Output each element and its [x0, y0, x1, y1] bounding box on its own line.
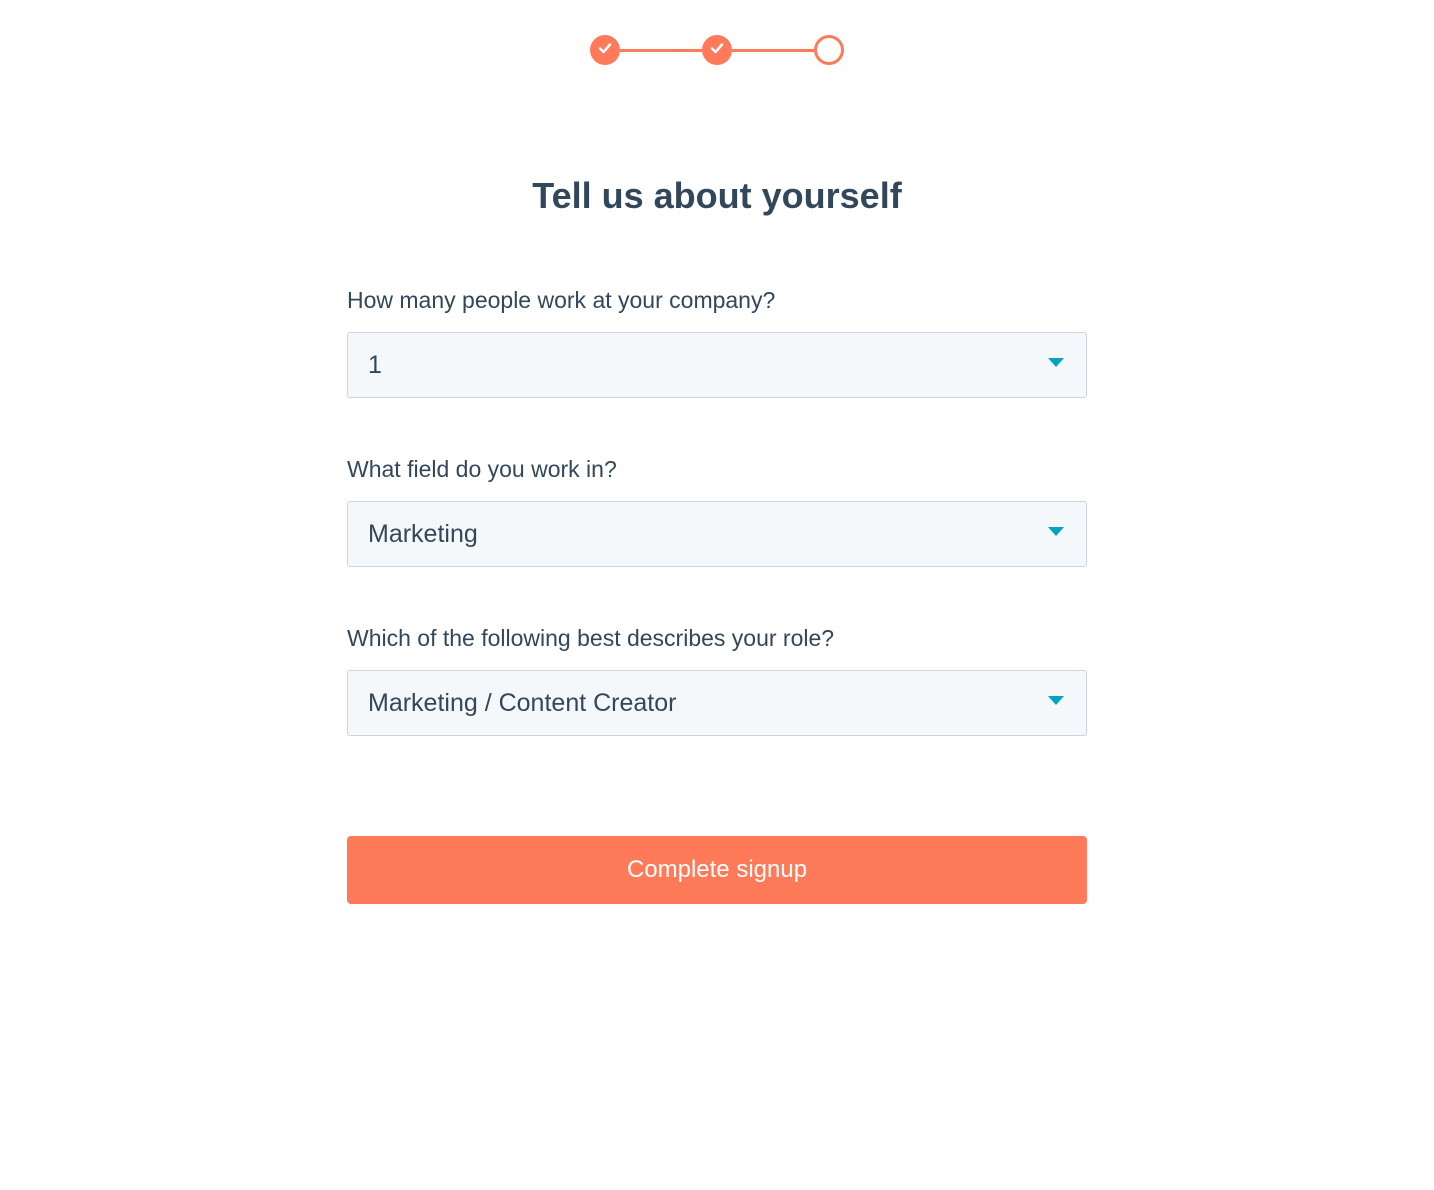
- complete-signup-button[interactable]: Complete signup: [347, 836, 1087, 904]
- progress-line-1: [620, 49, 702, 52]
- progress-step-2: [702, 35, 732, 65]
- role-select-wrapper: Marketing / Content Creator: [347, 670, 1087, 736]
- role-select[interactable]: Marketing / Content Creator: [347, 670, 1087, 736]
- company-size-select-wrapper: 1: [347, 332, 1087, 398]
- company-size-label: How many people work at your company?: [347, 287, 1087, 314]
- field-select-wrapper: Marketing: [347, 501, 1087, 567]
- company-size-select[interactable]: 1: [347, 332, 1087, 398]
- signup-form: How many people work at your company? 1 …: [347, 287, 1087, 904]
- page-title: Tell us about yourself: [0, 175, 1434, 217]
- progress-step-1: [590, 35, 620, 65]
- progress-line-2: [732, 49, 814, 52]
- progress-step-3: [814, 35, 844, 65]
- check-icon: [709, 40, 725, 61]
- company-size-group: How many people work at your company? 1: [347, 287, 1087, 398]
- field-label: What field do you work in?: [347, 456, 1087, 483]
- role-group: Which of the following best describes yo…: [347, 625, 1087, 736]
- check-icon: [597, 40, 613, 61]
- progress-stepper: [0, 0, 1434, 65]
- field-select[interactable]: Marketing: [347, 501, 1087, 567]
- field-group: What field do you work in? Marketing: [347, 456, 1087, 567]
- role-label: Which of the following best describes yo…: [347, 625, 1087, 652]
